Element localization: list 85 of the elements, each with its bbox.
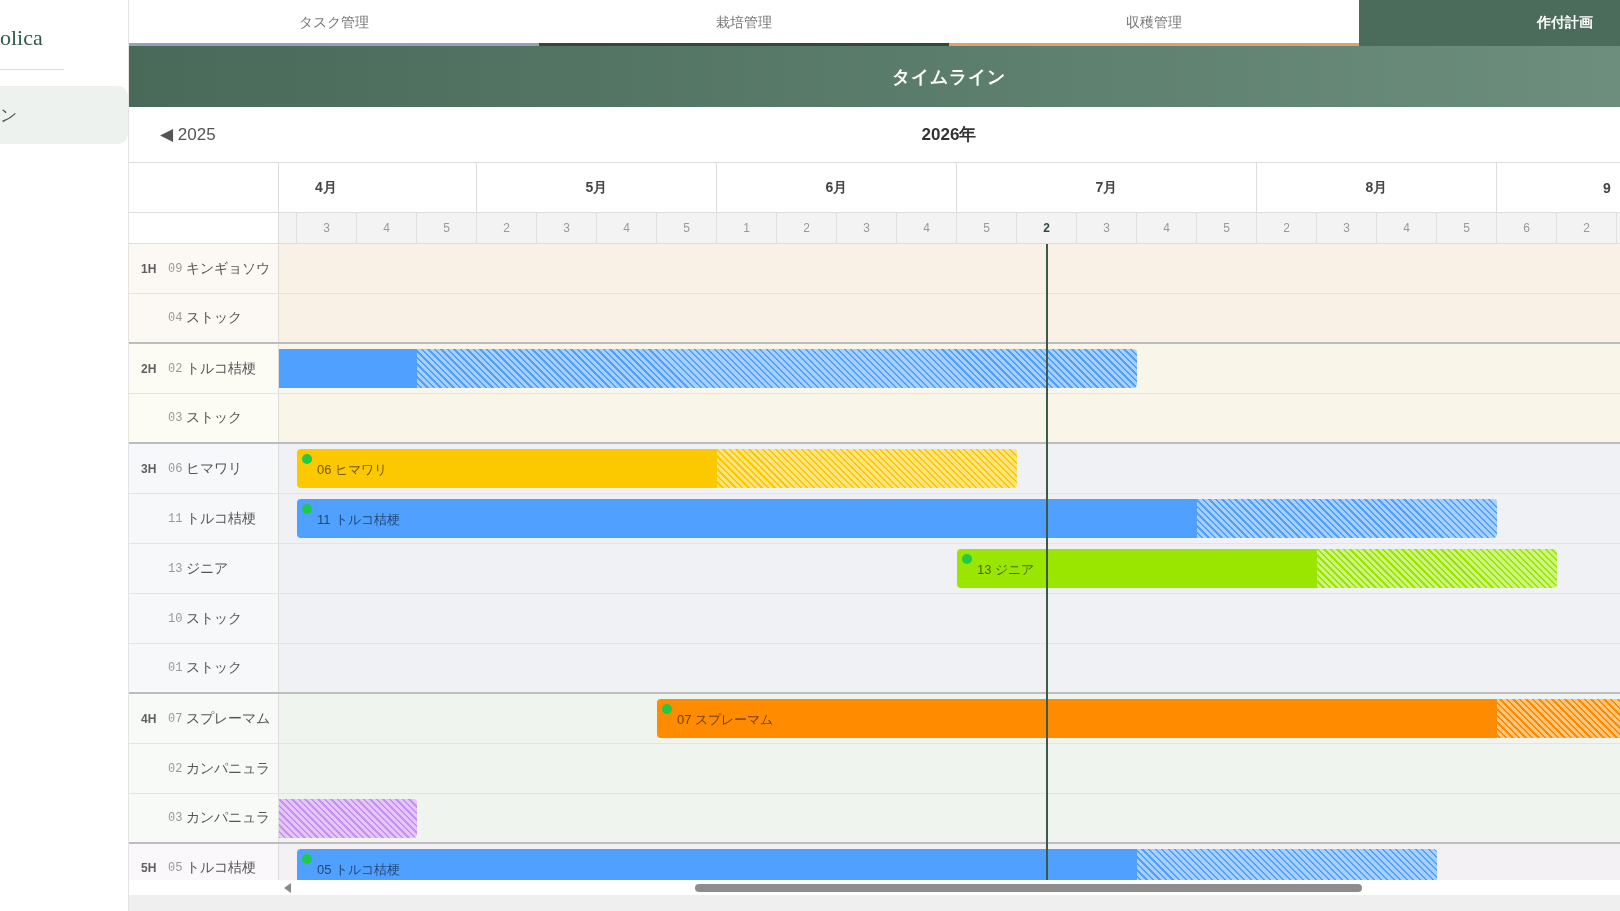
week-header: 2 bbox=[1557, 213, 1617, 243]
bar-number: 05 bbox=[317, 861, 332, 878]
bar-name: トルコ桔梗 bbox=[334, 512, 400, 528]
row-name: トルコ桔梗 bbox=[186, 859, 257, 877]
week-header: 4 bbox=[357, 213, 417, 243]
hatched-bar-segment[interactable] bbox=[1137, 848, 1197, 880]
month-header: 5月 bbox=[477, 163, 717, 212]
bar-name: ジニア bbox=[995, 562, 1035, 578]
row-name: ストック bbox=[186, 659, 243, 677]
tab[interactable]: 作付計画 bbox=[1359, 0, 1620, 46]
scrollbar-thumb[interactable] bbox=[695, 883, 1362, 892]
row-number: 05 bbox=[168, 861, 183, 875]
row-number: 03 bbox=[168, 411, 183, 425]
previous-year-button[interactable]: ◀ 2025 bbox=[156, 122, 220, 147]
hatched-bar-segment[interactable] bbox=[1317, 848, 1377, 880]
week-header: 3 bbox=[537, 213, 597, 243]
group-label: 3H bbox=[141, 461, 158, 476]
week-header: 4 bbox=[1137, 213, 1197, 243]
hatched-bar-segment[interactable] bbox=[1377, 848, 1437, 880]
group-label: 2H bbox=[141, 361, 158, 376]
row-number: 02 bbox=[168, 761, 183, 776]
hatched-bar-segment[interactable] bbox=[1017, 349, 1077, 388]
row-number: 09 bbox=[168, 261, 183, 276]
row-name: トルコ桔梗 bbox=[186, 509, 257, 528]
row-name: ジニア bbox=[186, 559, 229, 578]
bar-number: 11 bbox=[317, 512, 331, 528]
week-header: 3 bbox=[1317, 213, 1377, 243]
row-number: 13 bbox=[168, 561, 183, 576]
bar-number: 07 bbox=[677, 712, 692, 728]
hatched-bar-segment[interactable] bbox=[357, 798, 417, 838]
page-title: タイムライン bbox=[892, 65, 1006, 89]
bar-number: 13 bbox=[977, 562, 992, 578]
week-header: 5 bbox=[1437, 213, 1497, 243]
month-header: 6月 bbox=[717, 163, 957, 212]
week-header: 5 bbox=[657, 213, 717, 243]
row-name: ストック bbox=[186, 309, 243, 327]
month-header: 7月 bbox=[957, 163, 1257, 212]
row-number: 11 bbox=[168, 511, 183, 526]
row-number: 07 bbox=[168, 711, 183, 726]
hatched-bar-segment[interactable] bbox=[1257, 848, 1317, 880]
hatched-bar-segment[interactable] bbox=[297, 798, 357, 838]
week-header: 2 bbox=[477, 213, 537, 243]
row-name: トルコ桔梗 bbox=[186, 359, 257, 378]
row-number: 10 bbox=[168, 611, 183, 626]
group-label: 5H bbox=[141, 861, 158, 875]
row-number: 04 bbox=[168, 311, 183, 325]
week-header: 4 bbox=[597, 213, 657, 243]
row-number: 02 bbox=[168, 361, 183, 376]
row-name: カンパニュラ bbox=[186, 759, 271, 778]
week-header: 3 bbox=[1077, 213, 1137, 243]
week-header: 5 bbox=[1197, 213, 1257, 243]
week-header: 3 bbox=[297, 213, 357, 243]
bar-number: 06 bbox=[317, 462, 332, 478]
row-number: 06 bbox=[168, 461, 183, 476]
week-header: 2 bbox=[777, 213, 837, 243]
month-header: 8月 bbox=[1257, 163, 1497, 212]
row-number: 01 bbox=[168, 661, 183, 675]
week-header: 4 bbox=[897, 213, 957, 243]
week-header: 1 bbox=[717, 213, 777, 243]
row-name: ストック bbox=[186, 409, 243, 427]
week-header: 5 bbox=[417, 213, 477, 243]
group-label: 4H bbox=[141, 711, 158, 726]
week-header: 4 bbox=[1377, 213, 1437, 243]
year-label: 2026年 bbox=[921, 124, 977, 146]
sidebar-item[interactable]: ン bbox=[0, 86, 128, 144]
row-name: ヒマワリ bbox=[186, 459, 243, 478]
row-name: ストック bbox=[186, 609, 243, 628]
hatched-bar-segment[interactable] bbox=[279, 798, 297, 838]
week-header: 2 bbox=[1017, 213, 1077, 243]
row-name: カンパニュラ bbox=[186, 809, 271, 827]
hatched-bar-segment[interactable] bbox=[1197, 848, 1257, 880]
row-name: キンギョソウ bbox=[186, 259, 271, 278]
week-header: 2 bbox=[1257, 213, 1317, 243]
bar-name: ヒマワリ bbox=[335, 462, 388, 478]
week-header: 5 bbox=[957, 213, 1017, 243]
group-label: 1H bbox=[141, 261, 158, 276]
row-number: 03 bbox=[168, 811, 183, 825]
row-name: スプレーマム bbox=[186, 709, 271, 728]
brand-name: olica bbox=[0, 25, 43, 51]
month-header: 4月 bbox=[279, 163, 477, 212]
bar-name: トルコ桔梗 bbox=[335, 861, 401, 878]
month-header: 9 bbox=[1602, 178, 1612, 198]
bar-name: スプレーマム bbox=[695, 712, 774, 728]
week-header: 6 bbox=[1497, 213, 1557, 243]
week-header: 3 bbox=[837, 213, 897, 243]
